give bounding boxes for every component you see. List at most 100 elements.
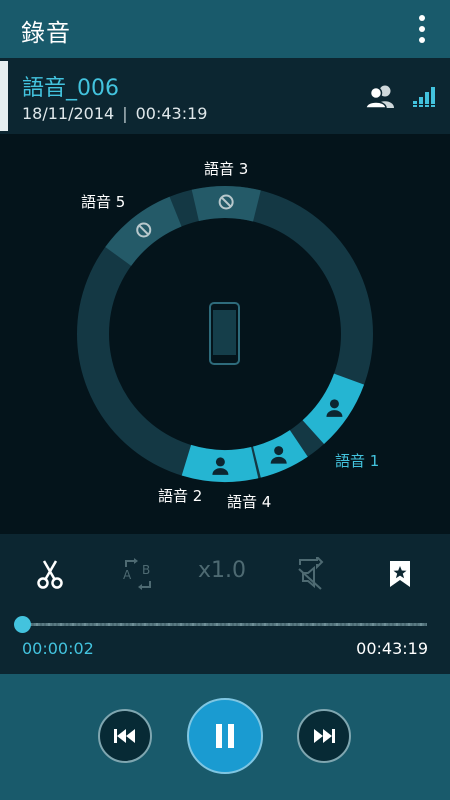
skip-back-icon — [114, 729, 135, 743]
edit-controls: A B x1.0 00:00:02 00:43:19 — [0, 534, 450, 674]
waveform-tick — [272, 623, 274, 626]
waveform-tick — [252, 623, 254, 626]
recording-duration: 00:43:19 — [135, 104, 208, 123]
waveform-tick — [300, 623, 302, 626]
waveform-tick — [372, 623, 374, 626]
phone-icon — [209, 302, 240, 365]
bookmark-button[interactable] — [380, 554, 420, 594]
waveform-tick — [344, 623, 346, 626]
waveform-tick — [184, 623, 186, 626]
waveform-tick — [156, 623, 158, 626]
pause-icon — [216, 724, 234, 748]
action-bar: 錄音 — [0, 0, 450, 58]
waveform-tick — [424, 623, 426, 626]
waveform-tick — [116, 623, 118, 626]
waveform-tick — [396, 623, 398, 626]
trim-button[interactable] — [30, 554, 70, 594]
speaker-ring-area: 語音 3 語音 5 語音 1 語音 2 語音 4 — [0, 134, 450, 534]
selection-accent — [0, 61, 8, 131]
waveform-tick — [404, 623, 406, 626]
waveform-tick — [420, 623, 422, 626]
waveform-tick — [296, 623, 298, 626]
waveform-tick — [92, 623, 94, 626]
scissors-icon — [37, 560, 63, 589]
waveform-tick — [128, 623, 130, 626]
total-time: 00:43:19 — [356, 639, 428, 658]
recording-meta: 18/11/2014 | 00:43:19 — [22, 104, 207, 123]
speakers-icon[interactable] — [364, 84, 398, 108]
waveform-tick — [348, 623, 350, 626]
waveform-tick — [72, 623, 74, 626]
waveform-tick — [364, 623, 366, 626]
audio-level-icon[interactable] — [412, 84, 436, 108]
ab-repeat-button[interactable]: A B — [118, 554, 158, 594]
waveform-tick — [256, 623, 258, 626]
waveform-tick — [196, 623, 198, 626]
waveform-tick — [48, 623, 50, 626]
waveform-tick — [220, 623, 222, 626]
overflow-menu-icon[interactable] — [410, 12, 434, 48]
waveform-tick — [320, 623, 322, 626]
ab-repeat-icon: A B — [123, 558, 151, 590]
segment-label-2: 語音 2 — [158, 487, 203, 505]
waveform-tick — [124, 623, 126, 626]
waveform-tick — [60, 623, 62, 626]
waveform-tick — [408, 623, 410, 626]
waveform-tick — [216, 623, 218, 626]
waveform-tick — [332, 623, 334, 626]
waveform-tick — [168, 623, 170, 626]
app-title: 錄音 — [21, 19, 71, 47]
waveform-tick — [76, 623, 78, 626]
segment-arc[interactable] — [191, 186, 261, 222]
svg-text:B: B — [142, 563, 150, 577]
bookmark-icon — [390, 561, 410, 587]
waveform-tick — [148, 623, 150, 626]
waveform-tick — [120, 623, 122, 626]
pause-button[interactable] — [187, 698, 263, 774]
waveform-tick — [392, 623, 394, 626]
svg-text:A: A — [123, 568, 132, 582]
waveform-tick — [36, 623, 38, 626]
progress-thumb[interactable] — [14, 616, 31, 633]
skip-silence-button[interactable] — [290, 554, 330, 594]
waveform-tick — [108, 623, 110, 626]
waveform-tick — [284, 623, 286, 626]
waveform-tick — [368, 623, 370, 626]
waveform-tick — [292, 623, 294, 626]
playback-speed[interactable]: x1.0 — [198, 558, 246, 583]
waveform-tick — [200, 623, 202, 626]
waveform-tick — [172, 623, 174, 626]
waveform-tick — [32, 623, 34, 626]
waveform-tick — [324, 623, 326, 626]
waveform-tick — [80, 623, 82, 626]
waveform-tick — [288, 623, 290, 626]
waveform-tick — [212, 623, 214, 626]
waveform-tick — [412, 623, 414, 626]
progress-track[interactable] — [22, 623, 427, 626]
waveform-tick — [176, 623, 178, 626]
waveform-tick — [336, 623, 338, 626]
waveform-tick — [376, 623, 378, 626]
next-button[interactable] — [297, 709, 351, 763]
waveform-tick — [96, 623, 98, 626]
waveform-tick — [356, 623, 358, 626]
waveform-tick — [140, 623, 142, 626]
waveform-tick — [312, 623, 314, 626]
waveform-tick — [88, 623, 90, 626]
segment-label-3: 語音 3 — [204, 160, 249, 178]
waveform-tick — [100, 623, 102, 626]
waveform-tick — [104, 623, 106, 626]
waveform-tick — [208, 623, 210, 626]
waveform-tick — [236, 623, 238, 626]
waveform-tick — [388, 623, 390, 626]
waveform-tick — [268, 623, 270, 626]
waveform-tick — [400, 623, 402, 626]
waveform-tick — [44, 623, 46, 626]
waveform-tick — [144, 623, 146, 626]
waveform-tick — [280, 623, 282, 626]
waveform-tick — [244, 623, 246, 626]
previous-button[interactable] — [98, 709, 152, 763]
waveform-tick — [152, 623, 154, 626]
waveform-tick — [192, 623, 194, 626]
meta-separator: | — [122, 104, 128, 123]
